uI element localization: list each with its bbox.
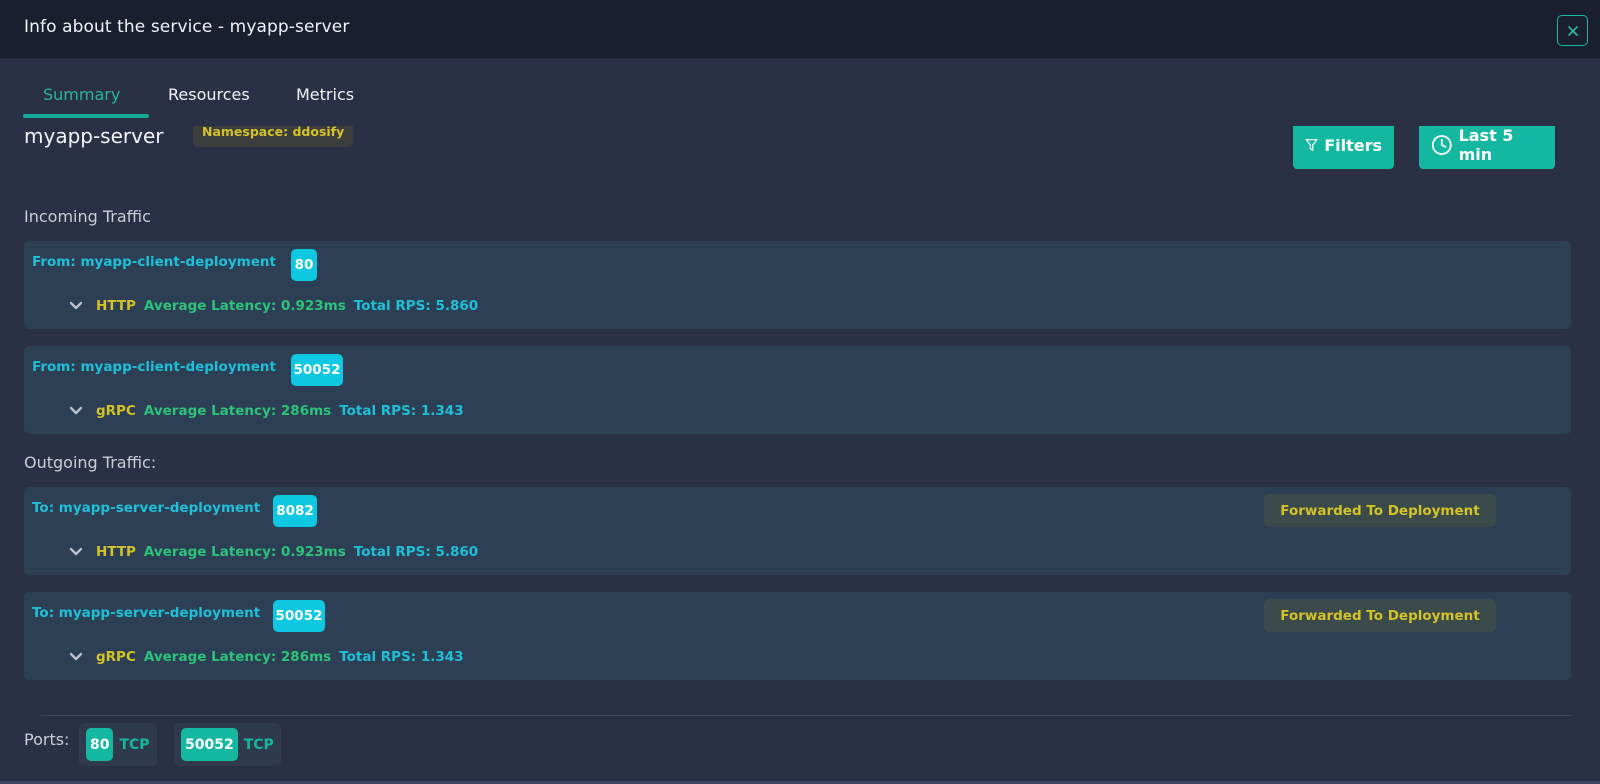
protocol-label: gRPC <box>96 403 136 419</box>
total-rps: Total RPS: 5.860 <box>353 544 479 560</box>
service-name: myapp-server <box>24 124 164 148</box>
chevron-down-icon[interactable] <box>68 300 84 312</box>
average-latency: Average Latency: 0.923ms <box>143 298 346 314</box>
traffic-endpoint: From: myapp-client-deployment <box>32 359 276 375</box>
incoming-traffic-title: Incoming Traffic <box>24 207 151 226</box>
forwarded-badge: Forwarded To Deployment <box>1264 494 1496 527</box>
port-number: 80 <box>86 728 114 761</box>
modal-body: myapp-server Namespace: ddosify Filters … <box>0 59 1600 784</box>
chevron-down-icon[interactable] <box>68 651 84 663</box>
traffic-port-badge: 50052 <box>273 600 325 632</box>
tab-resources[interactable]: Resources <box>168 85 250 104</box>
average-latency: Average Latency: 286ms <box>143 403 332 419</box>
section-divider <box>41 715 1572 716</box>
traffic-endpoint: To: myapp-server-deployment <box>32 605 261 621</box>
average-latency: Average Latency: 0.923ms <box>143 544 346 560</box>
port-number: 50052 <box>181 728 238 761</box>
tab-metrics[interactable]: Metrics <box>296 85 354 104</box>
tab-summary[interactable]: Summary <box>43 85 120 104</box>
traffic-endpoint: From: myapp-client-deployment <box>32 254 276 270</box>
time-range-button[interactable]: Last 5 min <box>1419 121 1555 169</box>
filters-button[interactable]: Filters <box>1293 121 1394 169</box>
filters-label: Filters <box>1324 135 1382 155</box>
summary-panel: myapp-server Namespace: ddosify Filters … <box>0 59 1600 784</box>
time-range-label: Last 5 min <box>1458 126 1514 164</box>
total-rps: Total RPS: 1.343 <box>339 403 464 419</box>
active-tab-indicator <box>23 114 149 118</box>
average-latency: Average Latency: 286ms <box>143 649 332 665</box>
traffic-port-badge: 8082 <box>273 495 317 527</box>
protocol-row: HTTP Average Latency: 0.923ms Total RPS:… <box>68 544 478 560</box>
protocol-row: gRPC Average Latency: 286ms Total RPS: 1… <box>68 649 464 665</box>
port-protocol: TCP <box>119 736 150 753</box>
chevron-down-icon[interactable] <box>68 405 84 417</box>
outgoing-traffic-item: To: myapp-server-deployment 8082 Forward… <box>24 487 1571 575</box>
chevron-down-icon[interactable] <box>68 546 84 558</box>
outgoing-traffic-item: To: myapp-server-deployment 50052 Forwar… <box>24 592 1571 680</box>
tab-bar: Summary Resources Metrics <box>0 59 1600 126</box>
port-protocol: TCP <box>243 736 274 753</box>
port-item: 50052 TCP <box>174 723 281 766</box>
traffic-port-badge: 80 <box>291 249 317 281</box>
forwarded-badge: Forwarded To Deployment <box>1264 599 1496 632</box>
ports-label: Ports: <box>24 730 70 749</box>
close-icon <box>1567 25 1578 36</box>
traffic-endpoint: To: myapp-server-deployment <box>32 500 261 516</box>
incoming-traffic-item: From: myapp-client-deployment 50052 gRPC… <box>24 346 1571 434</box>
total-rps: Total RPS: 1.343 <box>339 649 464 665</box>
protocol-label: HTTP <box>96 298 136 314</box>
outgoing-traffic-title: Outgoing Traffic: <box>24 453 157 472</box>
incoming-traffic-item: From: myapp-client-deployment 80 HTTP Av… <box>24 241 1571 329</box>
filter-icon <box>1305 139 1318 151</box>
protocol-row: gRPC Average Latency: 286ms Total RPS: 1… <box>68 403 464 419</box>
protocol-row: HTTP Average Latency: 0.923ms Total RPS:… <box>68 298 478 314</box>
total-rps: Total RPS: 5.860 <box>353 298 479 314</box>
protocol-label: HTTP <box>96 544 136 560</box>
port-item: 80 TCP <box>79 723 157 766</box>
protocol-label: gRPC <box>96 649 136 665</box>
modal-header: Info about the service - myapp-server <box>0 0 1600 59</box>
close-button[interactable] <box>1557 15 1588 46</box>
clock-icon <box>1431 135 1452 155</box>
traffic-port-badge: 50052 <box>291 354 343 386</box>
modal-title: Info about the service - myapp-server <box>24 17 350 37</box>
